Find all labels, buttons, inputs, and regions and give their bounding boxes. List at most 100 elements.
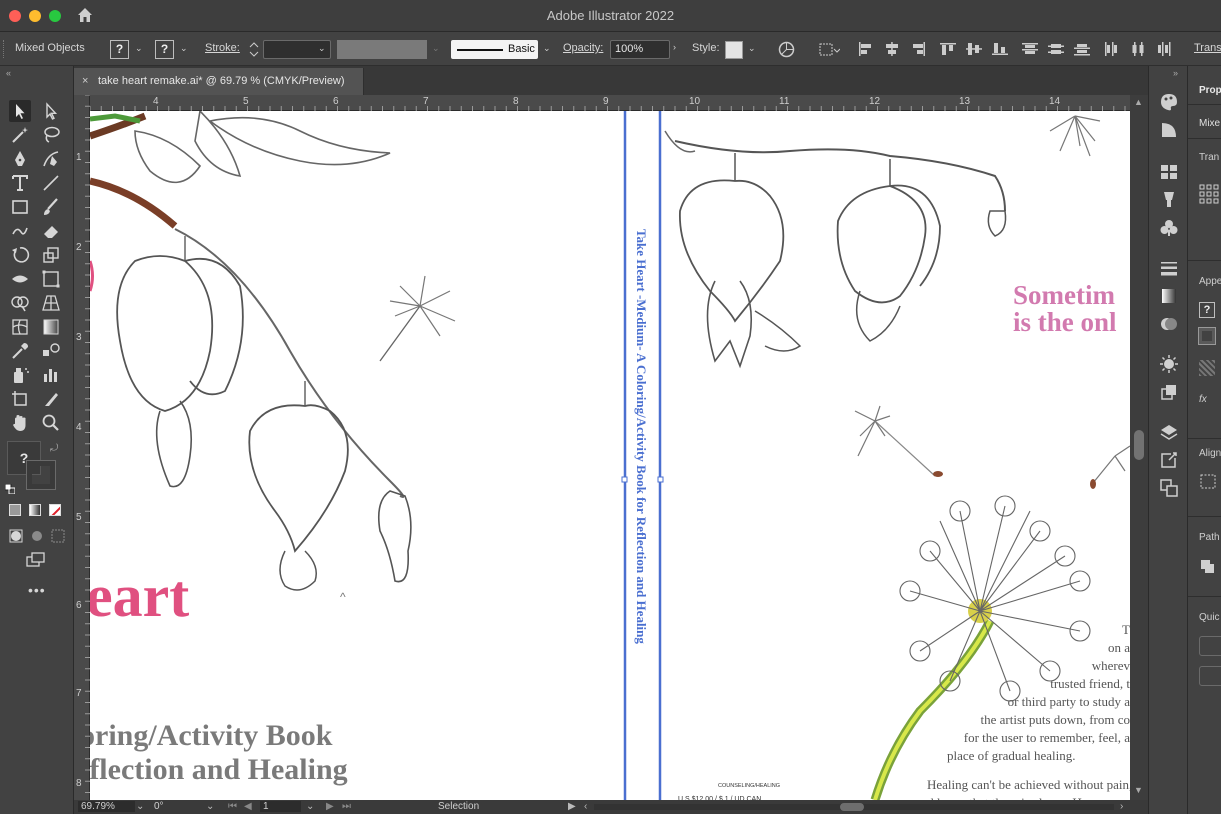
artboard-chevron-icon[interactable]: ⌄: [306, 801, 314, 812]
stroke-panel-icon[interactable]: [1159, 258, 1179, 278]
stroke-label[interactable]: Stroke:: [205, 42, 240, 54]
transparency-panel-icon[interactable]: [1159, 314, 1179, 334]
column-graph-tool-icon[interactable]: [40, 364, 62, 386]
rotation-chevron-icon[interactable]: ⌄: [206, 801, 214, 812]
vertical-ruler[interactable]: 1 2 3 4 5 6 7 8: [74, 95, 90, 800]
rotation-field[interactable]: 0°: [154, 801, 164, 812]
artboards-panel-icon[interactable]: [1159, 478, 1179, 498]
distribute-top-icon[interactable]: [1022, 42, 1038, 56]
line-segment-tool-icon[interactable]: [40, 172, 62, 194]
draw-normal-icon[interactable]: [9, 529, 23, 543]
direct-selection-tool-icon[interactable]: [40, 100, 62, 122]
symbols-panel-icon[interactable]: [1159, 218, 1179, 238]
draw-behind-icon[interactable]: [30, 529, 44, 543]
appearance-panel-icon[interactable]: [1159, 354, 1179, 374]
close-tab-icon[interactable]: ×: [82, 75, 88, 87]
align-top-icon[interactable]: [940, 42, 956, 56]
align-bottom-icon[interactable]: [992, 42, 1008, 56]
draw-inside-icon[interactable]: [51, 529, 65, 543]
color-mode-icon[interactable]: [9, 504, 21, 516]
hand-tool-icon[interactable]: [9, 412, 31, 434]
opacity-arrow-icon[interactable]: ›: [673, 43, 681, 52]
distribute-right-icon[interactable]: [1156, 42, 1172, 56]
opacity-field[interactable]: 100%: [610, 40, 670, 59]
color-panel-icon[interactable]: [1159, 92, 1179, 112]
mesh-tool-icon[interactable]: [9, 316, 31, 338]
horizontal-scroll-thumb[interactable]: [840, 803, 864, 811]
graphic-style-swatch[interactable]: [725, 41, 743, 59]
brush-chevron-icon[interactable]: ⌄: [543, 44, 551, 53]
status-menu-icon[interactable]: ▶: [568, 801, 576, 812]
scale-tool-icon[interactable]: [40, 244, 62, 266]
width-tool-icon[interactable]: [9, 268, 31, 290]
stroke-swatch-large[interactable]: [26, 460, 56, 490]
rectangle-tool-icon[interactable]: [9, 196, 31, 218]
layers-panel-icon[interactable]: [1159, 422, 1179, 442]
color-guide-icon[interactable]: [1159, 120, 1179, 140]
fill-dropdown-chevron-icon[interactable]: ⌄: [135, 44, 143, 53]
vertical-scrollbar[interactable]: ▲ ▼: [1130, 95, 1148, 800]
align-center-icon[interactable]: [884, 42, 900, 56]
perspective-grid-tool-icon[interactable]: [40, 292, 62, 314]
align-right-icon[interactable]: [910, 42, 926, 56]
distribute-bottom-icon[interactable]: [1074, 42, 1090, 56]
appearance-fill-swatch[interactable]: ?: [1199, 302, 1215, 318]
zoom-level-field[interactable]: 69.79%: [78, 801, 135, 812]
artboard-tool-icon[interactable]: [9, 388, 31, 410]
free-transform-tool-icon[interactable]: [40, 268, 62, 290]
control-bar-grip[interactable]: [3, 40, 6, 58]
edit-toolbar-icon[interactable]: •••: [28, 582, 46, 598]
document-tab[interactable]: × take heart remake.ai* @ 69.79 % (CMYK/…: [74, 68, 364, 95]
fx-button[interactable]: fx: [1199, 394, 1207, 405]
eyedropper-tool-icon[interactable]: [9, 340, 31, 362]
brushes-panel-icon[interactable]: [1159, 190, 1179, 210]
gradient-mode-icon[interactable]: [29, 504, 41, 516]
artboard-number-field[interactable]: 1: [260, 801, 301, 812]
profile-chevron-icon[interactable]: ⌄: [432, 44, 440, 53]
collapse-dock-icon[interactable]: »: [1173, 68, 1178, 78]
align-to-selection-icon[interactable]: [1199, 473, 1219, 491]
pen-tool-icon[interactable]: [9, 148, 31, 170]
export-asset-icon[interactable]: [1159, 450, 1179, 470]
stroke-swatch[interactable]: ?: [155, 40, 174, 59]
properties-panel-title[interactable]: Prop: [1199, 85, 1221, 96]
scroll-right-icon[interactable]: ›: [1120, 801, 1123, 812]
none-mode-icon[interactable]: [49, 504, 61, 516]
fill-swatch[interactable]: ?: [110, 40, 129, 59]
scroll-up-icon[interactable]: ▲: [1134, 97, 1143, 107]
selection-tool-icon[interactable]: [9, 100, 31, 122]
collapse-tools-chevron-icon[interactable]: «: [6, 68, 11, 78]
opacity-label[interactable]: Opacity:: [563, 42, 603, 54]
quick-action-button[interactable]: [1199, 666, 1221, 686]
distribute-horizontal-center-icon[interactable]: [1130, 42, 1146, 56]
brush-definition-field[interactable]: Basic: [451, 40, 538, 59]
appearance-opacity-swatch[interactable]: [1199, 360, 1215, 376]
scroll-down-icon[interactable]: ▼: [1134, 785, 1143, 795]
pathfinder-unite-icon[interactable]: [1199, 558, 1217, 574]
shape-builder-tool-icon[interactable]: [9, 292, 31, 314]
first-artboard-icon[interactable]: ⏮: [228, 801, 237, 812]
eraser-tool-icon[interactable]: [40, 220, 62, 242]
artboard-canvas[interactable]: eart oring/Activity Book eflection and H…: [90, 111, 1130, 800]
type-tool-icon[interactable]: [9, 172, 31, 194]
stroke-weight-chevron-icon[interactable]: ⌄: [318, 44, 326, 53]
appearance-stroke-swatch[interactable]: [1198, 327, 1216, 345]
magic-wand-tool-icon[interactable]: [9, 124, 31, 146]
variable-width-profile[interactable]: [337, 40, 427, 59]
screen-mode-icon[interactable]: [25, 551, 47, 569]
transform-link[interactable]: Trans: [1194, 42, 1221, 54]
swap-fill-stroke-icon[interactable]: ⤾: [50, 443, 58, 454]
blend-tool-icon[interactable]: [40, 340, 62, 362]
curvature-tool-icon[interactable]: [40, 148, 62, 170]
swatches-panel-icon[interactable]: [1159, 162, 1179, 182]
style-chevron-icon[interactable]: ⌄: [748, 44, 756, 53]
spine-anchor-right[interactable]: [657, 476, 664, 483]
previous-artboard-icon[interactable]: ◀: [244, 801, 252, 812]
zoom-chevron-icon[interactable]: ⌄: [136, 801, 144, 812]
slice-tool-icon[interactable]: [40, 388, 62, 410]
horizontal-ruler[interactable]: 4 5 6 7 8 9 10 11 12 13 14: [90, 95, 1130, 111]
recolor-artwork-icon[interactable]: [778, 41, 795, 58]
distribute-center-icon[interactable]: [1048, 42, 1064, 56]
gradient-tool-icon[interactable]: [40, 316, 62, 338]
lasso-tool-icon[interactable]: [40, 124, 62, 146]
